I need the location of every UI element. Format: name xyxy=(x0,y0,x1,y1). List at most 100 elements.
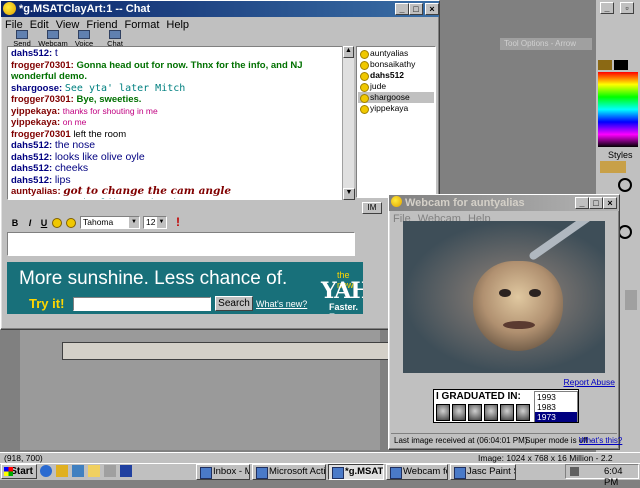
user-list-item[interactable]: bonsaikathy xyxy=(358,59,434,70)
voice-icon xyxy=(78,30,90,39)
desktop-icon[interactable] xyxy=(72,465,84,477)
start-button[interactable]: Start xyxy=(1,464,37,479)
yahoo-ad-banner[interactable]: More sunshine. Less chance of. Try it! S… xyxy=(7,262,363,314)
bold-button[interactable]: B xyxy=(9,217,21,229)
font-name-select[interactable]: Tahoma ▼ xyxy=(80,216,140,229)
close-icon[interactable]: × xyxy=(603,197,617,209)
message-text: left the room xyxy=(73,128,127,140)
minimize-icon[interactable]: _ xyxy=(395,3,409,15)
maximize-icon[interactable]: □ xyxy=(409,3,423,15)
chat-message: auntyalias: got to change the cam angle xyxy=(11,185,348,198)
year-option[interactable]: 1973 xyxy=(535,412,577,422)
taskbar-button[interactable]: Jasc Paint Sho... xyxy=(450,464,516,480)
restore-icon[interactable]: ▫ xyxy=(620,2,634,14)
chat-message: shargoose: Looks like me in the AM xyxy=(11,198,348,200)
taskbar-button[interactable]: Webcam for a... xyxy=(386,464,448,480)
italic-button[interactable]: I xyxy=(24,217,36,229)
ie-icon[interactable] xyxy=(40,465,52,477)
message-sender: shargoose: xyxy=(11,82,63,94)
chat-status-area xyxy=(2,318,438,328)
maximize-icon[interactable]: □ xyxy=(589,197,603,209)
ad-tagline: Faster. E xyxy=(329,302,359,314)
taskbar-button[interactable]: Microsoft Activ... xyxy=(252,464,326,480)
message-text: got to change the cam angle xyxy=(63,185,232,197)
chat-scrollbar[interactable]: ▲ ▼ xyxy=(342,46,355,200)
message-text: cheeks xyxy=(54,162,89,174)
message-text: lips xyxy=(54,173,71,186)
message-text: See yta' later Mitch xyxy=(64,82,186,94)
chat-message: yippekaya: on me xyxy=(11,117,348,129)
scroll-up-icon[interactable]: ▲ xyxy=(343,46,354,58)
close-icon[interactable]: × xyxy=(425,3,439,15)
color-swatch-rainbow[interactable] xyxy=(598,72,638,147)
clock[interactable]: 6:04 PM xyxy=(604,466,638,488)
message-sender: dahs512: xyxy=(11,48,53,59)
scroll-down-icon[interactable]: ▼ xyxy=(343,188,355,200)
style-swatch[interactable] xyxy=(600,161,626,173)
screenshot-thumbnail xyxy=(62,342,392,360)
buzz-icon[interactable]: ! xyxy=(176,215,180,229)
year-listbox[interactable]: 1993 1983 1973 xyxy=(534,391,578,422)
year-option[interactable]: 1993 xyxy=(535,392,577,402)
null-style-icon[interactable] xyxy=(618,178,632,192)
user-list-item[interactable]: auntyalias xyxy=(358,48,434,59)
fg-color-swatch[interactable] xyxy=(598,60,612,70)
scroll-block xyxy=(625,290,637,310)
ad-search-input[interactable] xyxy=(73,297,211,311)
user-list-item[interactable]: jude xyxy=(358,81,434,92)
chat-title-bar[interactable]: *g.MSATClayArt:1 -- Chat _ □ × xyxy=(1,1,439,17)
calc-icon[interactable] xyxy=(104,465,116,477)
message-sender: yippekaya: xyxy=(11,105,61,117)
taskbar-button[interactable]: Inbox - Micros... xyxy=(196,464,250,480)
webcam-status-bar: Last image received at (06:04:01 PM) Sup… xyxy=(391,433,622,447)
message-sender: yippekaya: xyxy=(11,117,61,128)
outlook-icon[interactable] xyxy=(56,465,68,477)
ad-whats-new-link[interactable]: What's new? xyxy=(256,299,307,309)
message-text: Bye, sweeties. xyxy=(76,94,142,105)
graduation-photo xyxy=(436,404,450,421)
bg-color-swatch[interactable] xyxy=(614,60,628,70)
year-option[interactable]: 1983 xyxy=(535,402,577,412)
folder-icon[interactable] xyxy=(88,465,100,477)
psp-minimize-button[interactable] xyxy=(604,2,618,14)
im-button[interactable]: IM xyxy=(362,202,382,214)
chat-message: frogger70301: Bye, sweeties. xyxy=(11,94,348,106)
chat-input-field[interactable] xyxy=(7,232,355,256)
graduation-ad[interactable]: I GRADUATED IN: 1993 1983 1973 xyxy=(433,389,579,423)
webcam-window-title: Webcam for auntyalias xyxy=(405,197,525,209)
yahoo-logo: YAHO xyxy=(321,278,363,304)
emoticon-icon[interactable] xyxy=(66,218,76,228)
taskbar-button[interactable]: *g.MSATCl... xyxy=(328,464,384,480)
underline-button[interactable]: U xyxy=(38,217,50,229)
ad-try-it: Try it! xyxy=(29,296,65,311)
user-list-item[interactable]: yippekaya xyxy=(358,103,434,114)
word-icon[interactable] xyxy=(120,465,132,477)
system-tray: 6:04 PM xyxy=(565,464,639,488)
message-sender: frogger70301 xyxy=(11,128,71,140)
font-size-select[interactable]: 12 ▼ xyxy=(143,216,167,229)
user-list-item[interactable]: shargoose xyxy=(358,92,434,103)
tool-options-bar[interactable]: Tool Options - Arrow xyxy=(500,38,592,50)
chat-user-list[interactable]: auntyalias bonsaikathy dahs512 jude shargoos… xyxy=(356,46,436,198)
message-sender: auntyalias: xyxy=(11,186,61,197)
chat-message: shargoose: See yta' later Mitch xyxy=(11,83,348,95)
smiley-icon[interactable] xyxy=(52,218,62,228)
user-list-item[interactable]: dahs512 xyxy=(358,70,434,81)
report-abuse-link[interactable]: Report Abuse xyxy=(563,377,615,387)
message-text: Looks like me in the AM xyxy=(65,198,203,200)
ad-headline: More sunshine. Less chance of. xyxy=(19,268,288,289)
send-file-icon xyxy=(16,30,28,39)
message-text: t xyxy=(54,47,58,59)
minimize-icon[interactable]: _ xyxy=(575,197,589,209)
message-sender: frogger70301: xyxy=(11,59,74,71)
chat-message-log[interactable]: dahs512: t frogger70301: Gonna head out f… xyxy=(7,46,352,200)
graduation-photo xyxy=(500,404,514,421)
volume-icon[interactable] xyxy=(570,467,579,476)
quick-launch xyxy=(40,465,160,479)
graduation-photos xyxy=(436,404,534,422)
chat-message: frogger70301: Gonna head out for now. Th… xyxy=(11,60,348,83)
webcam-title-bar[interactable]: Webcam for auntyalias _ □ × xyxy=(389,195,619,211)
null-style-icon-2[interactable] xyxy=(618,225,632,239)
whats-this-link[interactable]: What's this? xyxy=(579,434,622,447)
ad-search-button[interactable]: Search xyxy=(215,296,253,311)
